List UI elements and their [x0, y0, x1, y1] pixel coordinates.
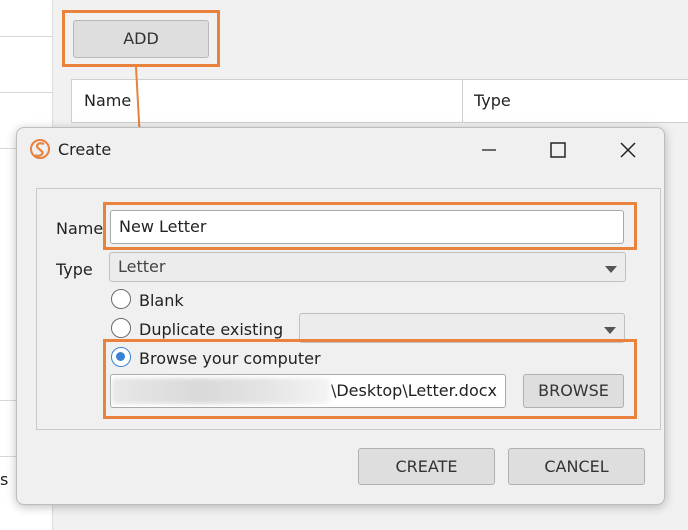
browse-section-highlight — [103, 339, 637, 419]
type-label: Type — [56, 260, 93, 279]
minimize-icon[interactable] — [475, 136, 503, 164]
close-icon[interactable] — [614, 136, 642, 164]
name-input-highlight — [103, 202, 637, 250]
chevron-down-icon — [605, 266, 617, 273]
dialog-title: Create — [58, 140, 112, 159]
radio-duplicate-existing[interactable] — [111, 318, 131, 338]
type-select[interactable]: Letter — [109, 252, 626, 282]
maximize-icon[interactable] — [544, 136, 572, 164]
radio-duplicate-existing-label[interactable]: Duplicate existing — [139, 320, 283, 339]
radio-blank[interactable] — [111, 289, 131, 309]
create-button[interactable]: CREATE — [358, 448, 495, 485]
dialog-titlebar[interactable]: Create — [17, 128, 664, 172]
radio-blank-label[interactable]: Blank — [139, 291, 184, 310]
chevron-down-icon — [604, 327, 616, 334]
cancel-button[interactable]: CANCEL — [508, 448, 645, 485]
app-logo-icon — [30, 139, 50, 159]
create-dialog: Create Name New Letter Type Letter Blank… — [16, 127, 665, 505]
name-label: Name — [56, 219, 104, 238]
type-select-value: Letter — [118, 257, 166, 276]
